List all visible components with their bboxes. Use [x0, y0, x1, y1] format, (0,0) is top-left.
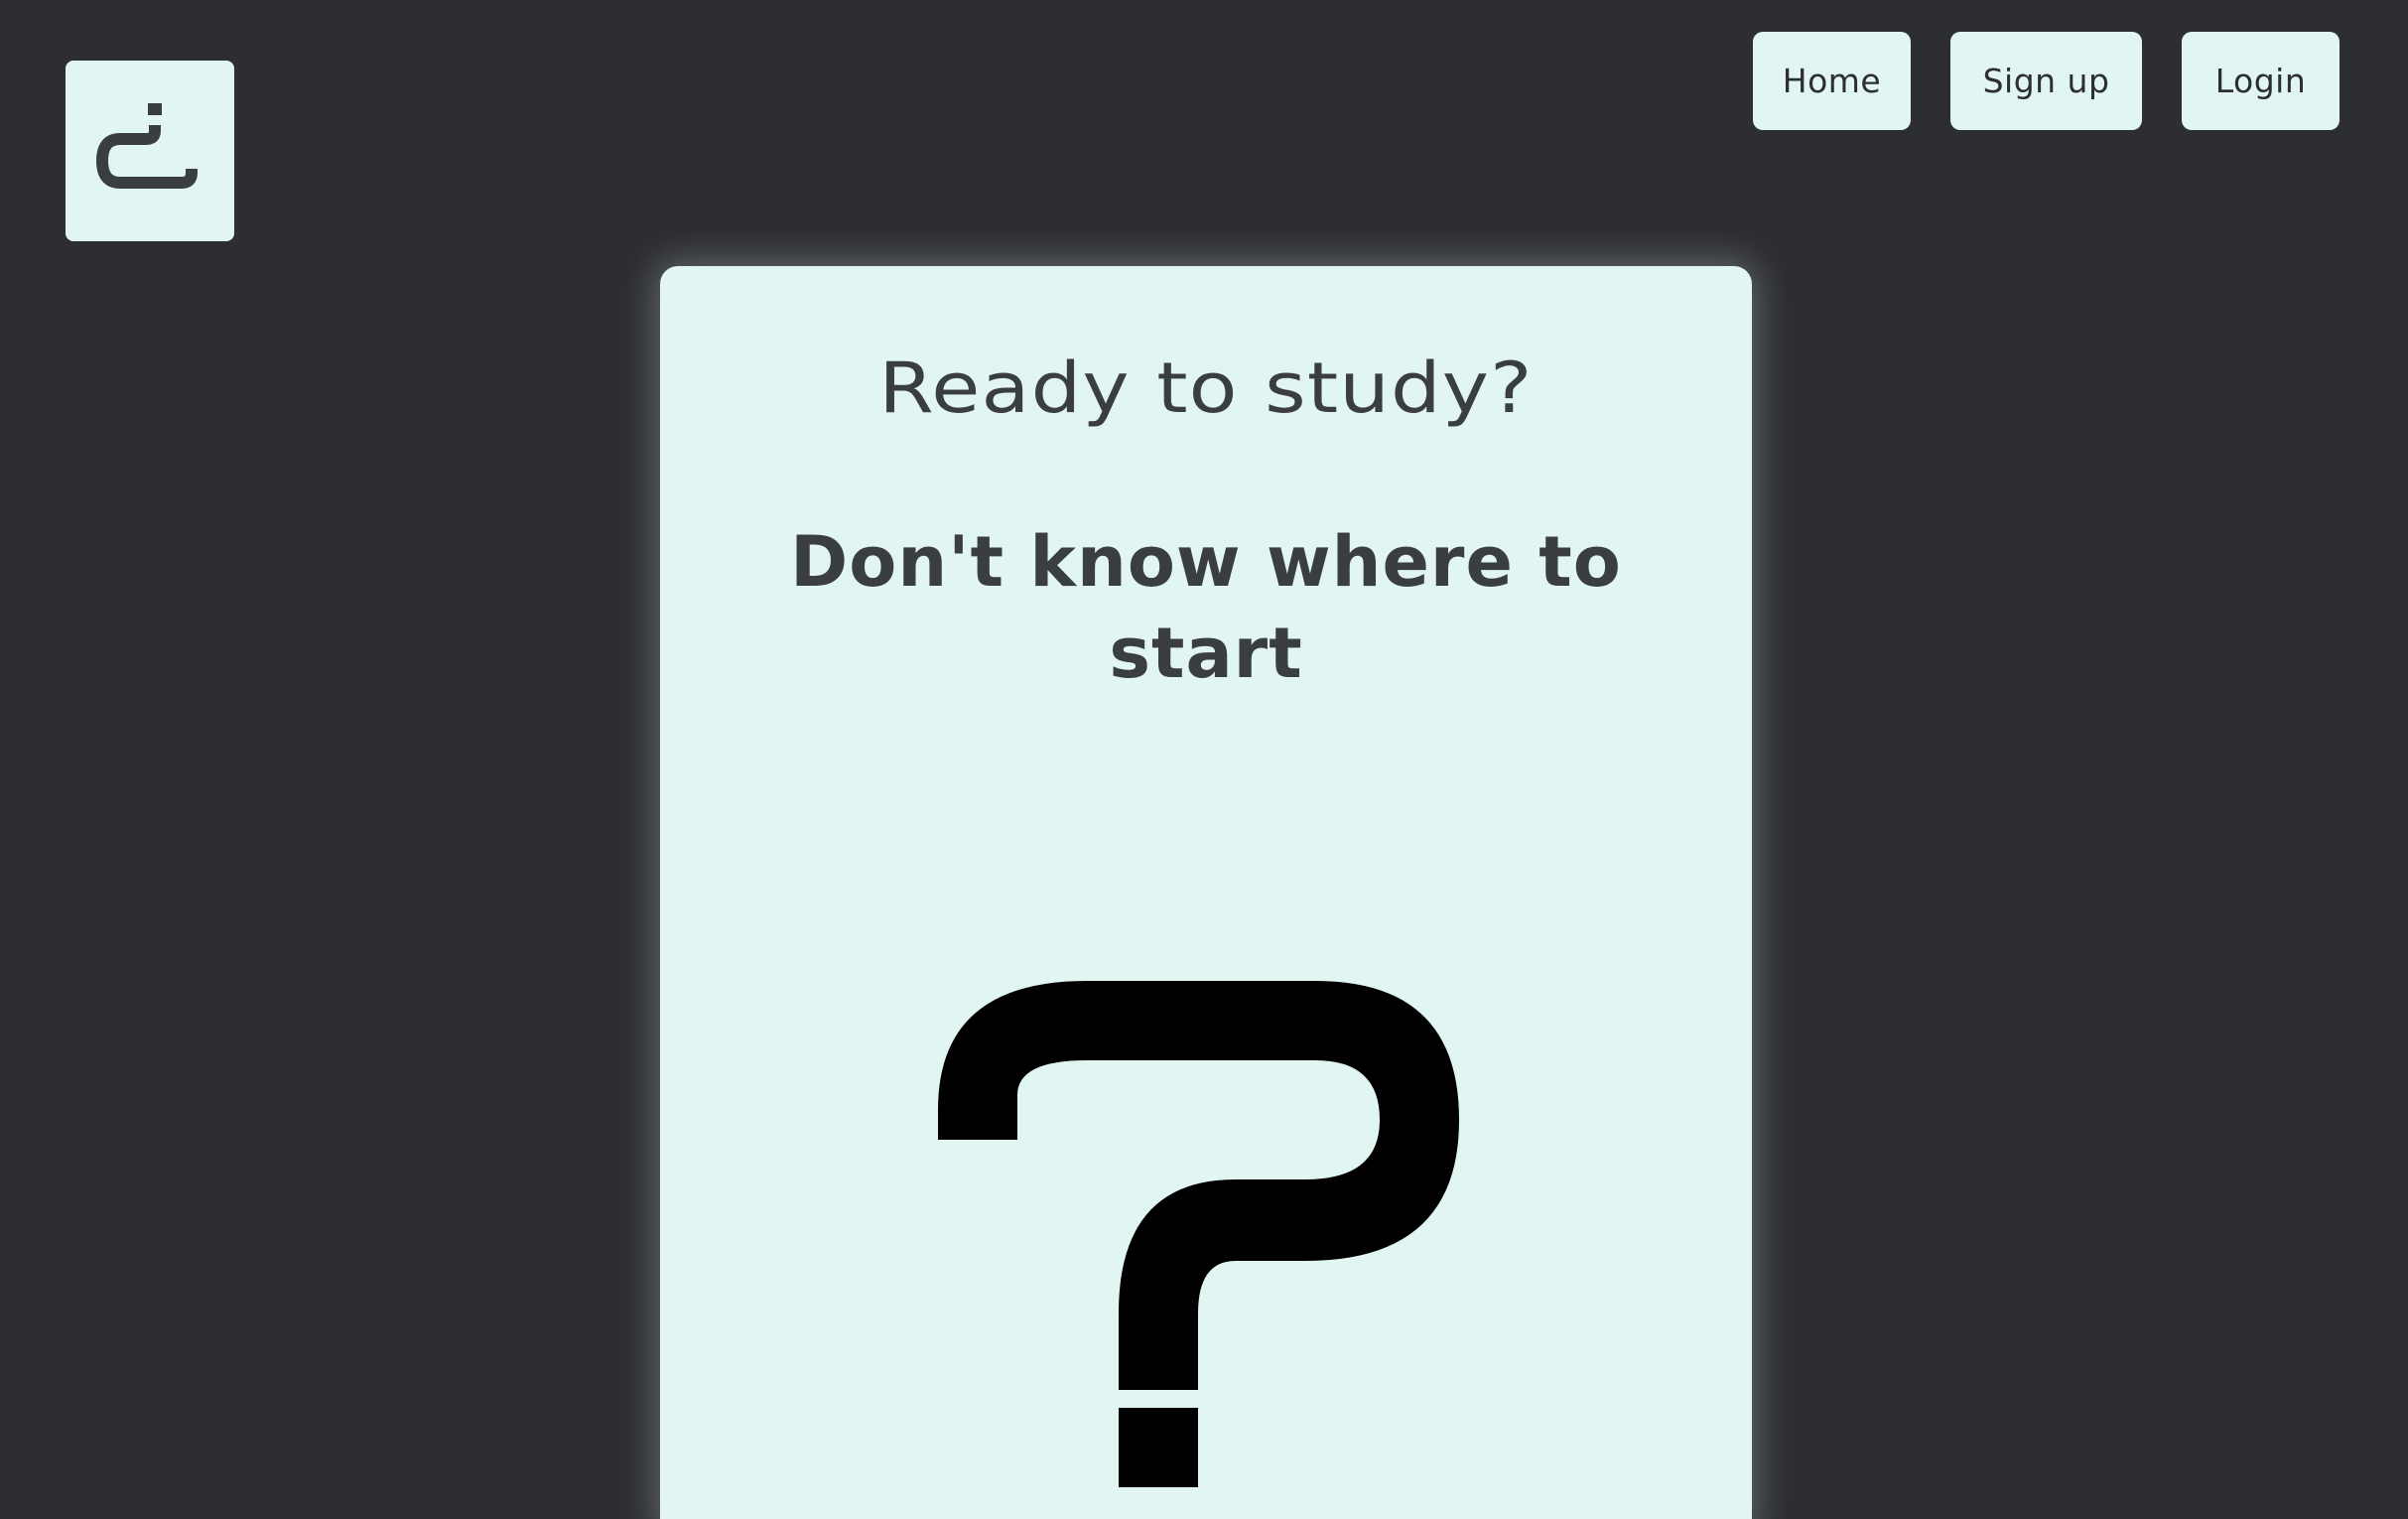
- card-subtitle: Don't know where to start: [790, 521, 1622, 694]
- login-button[interactable]: Login: [2182, 32, 2340, 130]
- card-title: Ready to study?: [878, 347, 1534, 429]
- hook-logo-icon: [95, 103, 198, 189]
- home-button[interactable]: Home: [1753, 32, 1911, 130]
- study-prompt-card: Ready to study? Don't know where to star…: [660, 266, 1752, 1519]
- question-mark-icon: [938, 981, 1459, 1487]
- top-navigation: Home Sign up Login: [1753, 32, 2340, 130]
- sign-up-button[interactable]: Sign up: [1950, 32, 2142, 130]
- question-mark-illustration: [660, 981, 1752, 1519]
- landing-page: Home Sign up Login Ready to study? Don't…: [0, 0, 2408, 1519]
- logo-button[interactable]: [66, 61, 234, 241]
